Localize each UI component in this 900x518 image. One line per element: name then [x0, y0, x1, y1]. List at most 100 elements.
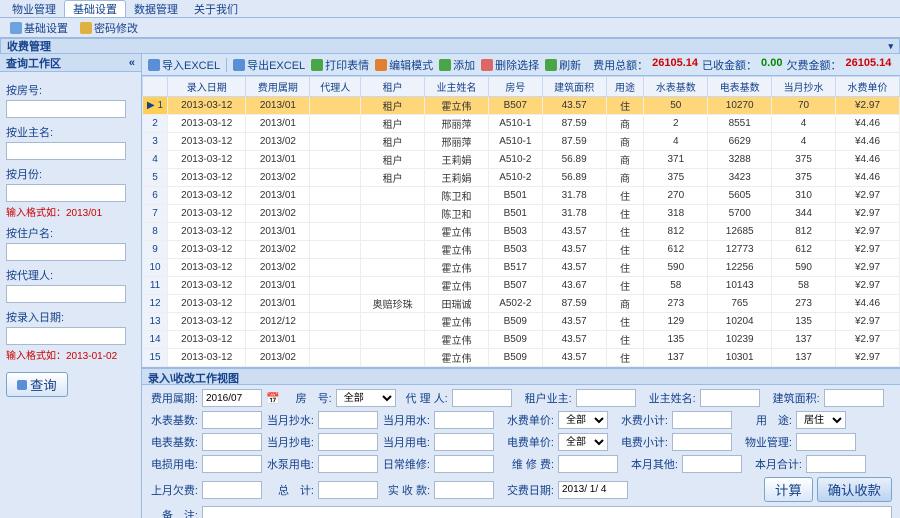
col-rownum[interactable] [143, 77, 168, 97]
inp-daily-repair[interactable] [434, 455, 494, 473]
rownum-cell[interactable]: 2 [143, 115, 168, 133]
input-agent[interactable] [6, 285, 126, 303]
table-row[interactable]: 132013-03-122012/12霍立伟B50943.57住12910204… [143, 313, 900, 331]
inp-repair-fee[interactable] [558, 455, 618, 473]
input-month[interactable] [6, 184, 126, 202]
table-row[interactable]: 32013-03-122013/02租户邢丽萍A510-187.59商46629… [143, 133, 900, 151]
table-row[interactable]: 152013-03-122013/02霍立伟B50943.57住13710301… [143, 349, 900, 367]
sel-usage[interactable]: 居住 [796, 411, 846, 429]
table-row[interactable]: 92013-03-122013/02霍立伟B50343.57住612127736… [143, 241, 900, 259]
table-row[interactable]: 102013-03-122013/02霍立伟B51743.57住59012256… [143, 259, 900, 277]
col-header[interactable]: 电表基数 [708, 77, 772, 97]
col-header[interactable]: 建筑面积 [542, 77, 606, 97]
confirm-receive-button[interactable]: 确认收款 [817, 477, 892, 502]
rownum-cell[interactable]: 3 [143, 133, 168, 151]
inp-area[interactable] [824, 389, 884, 407]
col-header[interactable]: 业主姓名 [425, 77, 489, 97]
col-header[interactable]: 租户 [361, 77, 425, 97]
inp-remark[interactable] [202, 506, 892, 518]
inp-recv-date[interactable] [558, 481, 628, 499]
inp-water-use[interactable] [434, 411, 494, 429]
inp-cur-elec[interactable] [318, 433, 378, 451]
delete-button[interactable]: 删除选择 [481, 57, 539, 73]
sel-room[interactable]: 全部 [336, 389, 396, 407]
inp-other[interactable] [682, 455, 742, 473]
inp-elec-use[interactable] [434, 433, 494, 451]
inp-last-due[interactable] [202, 481, 262, 499]
rownum-cell[interactable]: 10 [143, 259, 168, 277]
table-row[interactable]: 62013-03-122013/01陈卫和B50131.78住270560531… [143, 187, 900, 205]
table-row[interactable]: 142013-03-122013/01霍立伟B50943.57住13510239… [143, 331, 900, 349]
section-collapse-icon[interactable]: ▾ [888, 41, 893, 52]
rownum-cell[interactable]: 11 [143, 277, 168, 295]
data-grid[interactable]: 录入日期费用属期代理人租户业主姓名房号建筑面积用途水表基数电表基数当月抄水水费单… [142, 76, 900, 368]
ribbon-basic-settings[interactable]: 基础设置 [6, 20, 72, 36]
col-header[interactable]: 当月抄水 [772, 77, 836, 97]
query-button[interactable]: 查询 [6, 372, 68, 397]
col-header[interactable]: 房号 [488, 77, 542, 97]
period-picker-icon[interactable]: 📅 [266, 392, 280, 405]
col-header[interactable]: 水费单价 [836, 77, 900, 97]
input-date[interactable] [6, 327, 126, 345]
table-cell: 霍立伟 [425, 277, 489, 295]
inp-water-sub[interactable] [672, 411, 732, 429]
print-button[interactable]: 打印表情 [311, 57, 369, 73]
input-room[interactable] [6, 100, 126, 118]
table-row[interactable]: 52013-03-122013/02租户王莉娟A510-256.89商37534… [143, 169, 900, 187]
inp-agent[interactable] [452, 389, 512, 407]
rownum-cell[interactable]: ▶ 1 [143, 97, 168, 115]
calc-button[interactable]: 计算 [764, 477, 813, 502]
table-row[interactable]: 82013-03-122013/01霍立伟B50343.57住812126858… [143, 223, 900, 241]
col-header[interactable]: 录入日期 [168, 77, 246, 97]
edit-mode-button[interactable]: 编辑模式 [375, 57, 433, 73]
table-cell: ¥4.46 [836, 169, 900, 187]
rownum-cell[interactable]: 8 [143, 223, 168, 241]
col-header[interactable]: 水表基数 [644, 77, 708, 97]
table-row[interactable]: 112013-03-122013/01霍立伟B50743.67住58101435… [143, 277, 900, 295]
rownum-cell[interactable]: 6 [143, 187, 168, 205]
inp-elec-base[interactable] [202, 433, 262, 451]
col-header[interactable]: 用途 [606, 77, 644, 97]
menu-about[interactable]: 关于我们 [186, 1, 246, 17]
rownum-cell[interactable]: 13 [143, 313, 168, 331]
refresh-button[interactable]: 刷新 [545, 57, 581, 73]
ribbon-change-password[interactable]: 密码修改 [76, 20, 142, 36]
menu-data[interactable]: 数据管理 [126, 1, 186, 17]
rownum-cell[interactable]: 14 [143, 331, 168, 349]
rownum-cell[interactable]: 9 [143, 241, 168, 259]
table-row[interactable]: 72013-03-122013/02陈卫和B50131.78住318570034… [143, 205, 900, 223]
import-excel-button[interactable]: 导入EXCEL [148, 57, 220, 73]
rownum-cell[interactable]: 7 [143, 205, 168, 223]
inp-period[interactable] [202, 389, 262, 407]
inp-mgmt[interactable] [796, 433, 856, 451]
rownum-cell[interactable]: 4 [143, 151, 168, 169]
inp-owner2[interactable] [576, 389, 636, 407]
input-rent[interactable] [6, 243, 126, 261]
table-row[interactable]: 42013-03-122013/01租户王莉娟A510-256.89商37132… [143, 151, 900, 169]
inp-elec-sub[interactable] [672, 433, 732, 451]
inp-pump-elec[interactable] [318, 455, 378, 473]
col-header[interactable]: 费用属期 [246, 77, 310, 97]
inp-cur-water[interactable] [318, 411, 378, 429]
menu-basic[interactable]: 基础设置 [64, 0, 126, 17]
table-row[interactable]: 122013-03-122013/01奥赔珍珠田瑞诚A502-287.59商27… [143, 295, 900, 313]
rownum-cell[interactable]: 5 [143, 169, 168, 187]
col-header[interactable]: 代理人 [310, 77, 361, 97]
table-row[interactable]: 22013-03-122013/01租户邢丽萍A510-187.59商28551… [143, 115, 900, 133]
sel-water-price[interactable]: 全部 [558, 411, 608, 429]
inp-owner-name[interactable] [700, 389, 760, 407]
rownum-cell[interactable]: 15 [143, 349, 168, 367]
input-owner[interactable] [6, 142, 126, 160]
inp-elec-loss[interactable] [202, 455, 262, 473]
inp-total[interactable] [318, 481, 378, 499]
sel-elec-price[interactable]: 全部 [558, 433, 608, 451]
inp-recv[interactable] [434, 481, 494, 499]
export-excel-button[interactable]: 导出EXCEL [233, 57, 305, 73]
rownum-cell[interactable]: 12 [143, 295, 168, 313]
menu-property[interactable]: 物业管理 [4, 1, 64, 17]
sidebar-collapse-icon[interactable]: « [129, 57, 135, 69]
add-button[interactable]: 添加 [439, 57, 475, 73]
inp-total-month[interactable] [806, 455, 866, 473]
inp-water-base[interactable] [202, 411, 262, 429]
table-row[interactable]: ▶ 12013-03-122013/01租户霍立伟B50743.57住50102… [143, 97, 900, 115]
